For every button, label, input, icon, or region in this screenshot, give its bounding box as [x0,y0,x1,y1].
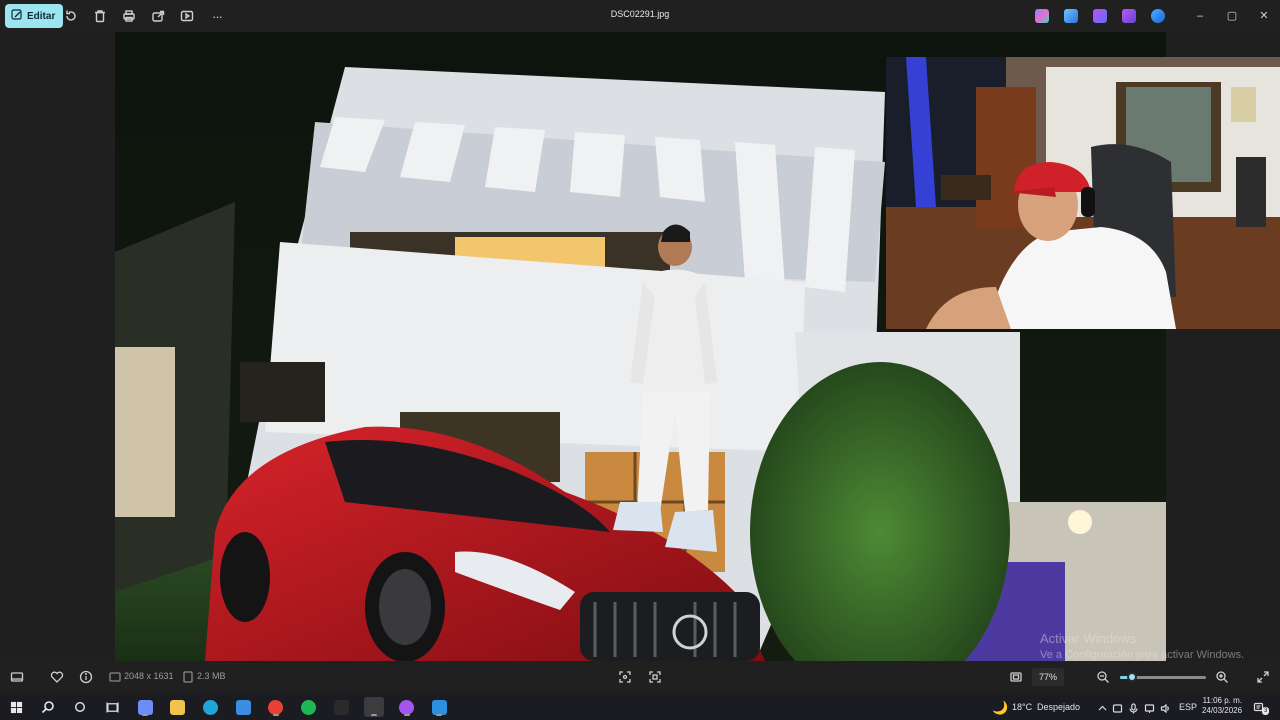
fullscreen-icon[interactable] [1256,670,1270,684]
share-icon[interactable] [150,8,166,24]
running-indicator [436,714,443,716]
edit-button[interactable]: Editar [5,4,64,28]
running-indicator [370,714,377,716]
title-toolbar: Editar ··· DSC02291.jpg – ▢ ✕ [0,0,1280,32]
app-tray-icon[interactable] [1112,701,1123,713]
delete-icon[interactable] [92,8,108,24]
windows-taskbar: 🌙 18°C Despejado ESP 11:06 p. m. 24/03/2… [0,693,1280,720]
taskbar-app-file-explorer[interactable] [168,697,188,717]
taskbar-app-photos[interactable] [429,697,449,717]
windows-logo-icon [10,701,22,713]
task-view-icon [105,701,119,713]
photos-icon [431,699,447,715]
clock-time: 11:06 p. m. [1202,696,1242,705]
edge-icon [202,699,218,715]
file-explorer-icon [170,699,186,715]
image-dimensions: 2048 x 1631 [124,671,174,681]
activation-watermark: Activar Windows Ve a Configuración para … [1040,631,1244,662]
status-bar: 2048 x 1631 2.3 MB 77% [0,661,1280,693]
zoom-level[interactable]: 77% [1032,668,1064,686]
dimensions-icon [108,670,122,684]
network-icon[interactable] [1144,701,1155,713]
more-icon[interactable]: ··· [208,8,226,24]
store-icon [235,699,251,715]
cortana-button[interactable] [70,697,90,717]
taskbar-app-chrome[interactable] [266,697,286,717]
circle-icon [75,702,85,712]
print-icon[interactable] [121,8,137,24]
edit-button-label: Editar [27,10,56,22]
taskbar-app-copilot[interactable] [135,697,155,717]
copilot-icon[interactable] [1035,9,1049,23]
search-icon [41,701,54,714]
onedrive-icon[interactable] [1151,9,1165,23]
spotify-icon [301,699,316,715]
obs-icon [366,699,382,715]
chevron-up-icon[interactable] [1097,701,1108,712]
clock-date: 24/03/2026 [1202,706,1243,715]
weather-condition[interactable]: Despejado [1037,702,1080,712]
fit-to-window-icon[interactable] [1009,670,1023,684]
running-indicator [403,714,410,716]
maximize-button[interactable]: ▢ [1224,8,1240,24]
zoom-slider[interactable] [1120,672,1206,682]
activation-title: Activar Windows [1040,631,1137,646]
chrome-icon [268,699,284,715]
running-indicator [272,714,279,716]
system-clock[interactable]: 11:06 p. m. 24/03/2026 [1202,696,1242,716]
filesize-icon [181,670,195,684]
webcam-overlay [886,57,1280,329]
taskbar-app-obs[interactable] [363,697,384,717]
zoom-out-icon[interactable] [1096,670,1110,684]
rotate-icon[interactable] [63,8,79,24]
weather-temperature[interactable]: 18°C [1012,702,1032,712]
copilot-icon [137,699,153,715]
slideshow-icon[interactable] [179,8,195,24]
file-size: 2.3 MB [197,671,226,681]
taskbar-app-messenger[interactable] [397,697,417,717]
taskbar-app-edge[interactable] [200,697,220,717]
zoom-slider-thumb[interactable] [1127,672,1138,682]
volume-icon[interactable] [1160,701,1171,714]
close-button[interactable]: ✕ [1256,8,1272,24]
epic-games-icon [333,699,349,715]
visual-search-icon[interactable] [648,670,662,684]
running-indicator [142,714,148,716]
messenger-icon [399,699,415,715]
notification-badge: 3 [1262,707,1270,715]
start-button[interactable] [6,697,26,717]
filmstrip-icon[interactable] [10,670,24,684]
taskbar-app-store[interactable] [233,697,253,717]
clipchamp-icon[interactable] [1093,9,1107,23]
designer-icon[interactable] [1122,9,1136,23]
zoom-in-icon[interactable] [1215,670,1229,684]
pencil-icon [11,8,23,24]
task-view-button[interactable] [102,697,122,717]
photos-icon[interactable] [1064,9,1078,23]
crop-focus-icon[interactable] [618,670,632,684]
taskbar-app-epic-games[interactable] [331,697,351,717]
input-language[interactable]: ESP [1179,702,1197,712]
favorite-heart-icon[interactable] [50,670,64,684]
taskbar-app-spotify[interactable] [299,697,319,717]
minimize-button[interactable]: – [1192,8,1208,24]
microphone-icon[interactable] [1128,701,1139,714]
search-button[interactable] [38,697,58,717]
moon-weather-icon: 🌙 [992,700,1009,715]
info-icon[interactable] [79,670,93,684]
